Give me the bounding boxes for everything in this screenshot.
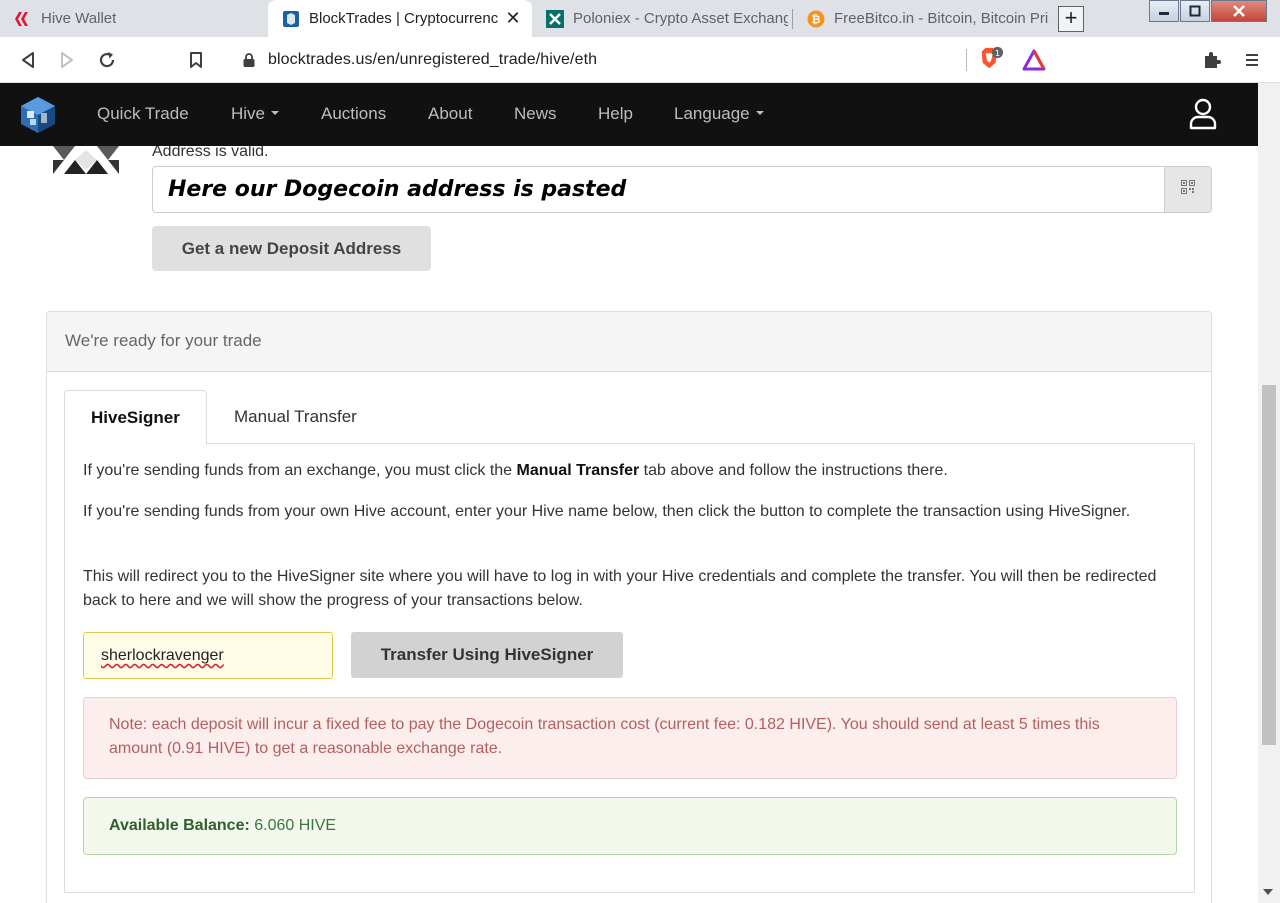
nav-label: News (514, 104, 557, 123)
tab-title: BlockTrades | Cryptocurrenc (309, 10, 499, 27)
svg-text:₿: ₿ (812, 13, 821, 26)
instruction-text: tab above and follow the instructions th… (639, 462, 948, 479)
page-content: Address is valid. Here our Dogecoin addr… (0, 146, 1258, 903)
browser-tab-hive-wallet[interactable]: Hive Wallet (0, 0, 268, 37)
minimize-window-button[interactable] (1149, 0, 1179, 22)
browser-toolbar: blocktrades.us/en/unregistered_trade/hiv… (0, 37, 1280, 83)
address-bar-separator (966, 49, 967, 71)
hive-account-name-input[interactable]: sherlockravenger (83, 632, 333, 679)
balance-value: 6.060 HIVE (254, 817, 337, 834)
address-bar[interactable]: blocktrades.us/en/unregistered_trade/hiv… (226, 42, 1056, 78)
brave-rewards-icon[interactable] (1021, 47, 1047, 73)
qr-code-icon (1181, 180, 1195, 199)
hivesigner-tab-body: If you're sending funds from an exchange… (64, 443, 1195, 893)
site-navbar: Quick Trade Hive Auctions About News Hel… (0, 83, 1258, 146)
scrollbar-thumb[interactable] (1262, 385, 1276, 745)
transfer-using-hivesigner-button[interactable]: Transfer Using HiveSigner (351, 632, 623, 678)
tab-hivesigner[interactable]: HiveSigner (64, 390, 207, 445)
available-balance-alert: Available Balance: 6.060 HIVE (83, 797, 1177, 855)
scroll-down-arrow-icon[interactable] (1263, 889, 1273, 895)
nav-quick-trade[interactable]: Quick Trade (97, 104, 189, 124)
nav-news[interactable]: News (514, 104, 557, 124)
nav-help[interactable]: Help (598, 104, 633, 124)
back-icon[interactable] (15, 47, 41, 73)
nav-label: Help (598, 104, 633, 123)
trade-panel: We're ready for your trade HiveSigner Ma… (46, 311, 1212, 903)
caret-down-icon (755, 110, 764, 115)
menu-icon[interactable] (1239, 47, 1265, 73)
browser-tab-poloniex[interactable]: Poloniex - Crypto Asset Exchang (532, 0, 792, 37)
browser-tab-strip: Hive Wallet BlockTrades | Cryptocurrenc … (0, 0, 1280, 37)
nav-auctions[interactable]: Auctions (321, 104, 386, 124)
close-tab-icon[interactable]: ✕ (504, 9, 522, 27)
user-account-icon[interactable] (1188, 98, 1218, 130)
nav-label: Auctions (321, 104, 387, 123)
instruction-text: If you're sending funds from an exchange… (83, 462, 517, 479)
browser-tab-freebitcoin[interactable]: ₿ FreeBitco.in - Bitcoin, Bitcoin Pric (793, 0, 1049, 37)
own-account-instructions-text: If you're sending funds from your own Hi… (83, 503, 1131, 520)
nav-label: Hive (231, 104, 266, 123)
nav-about[interactable]: About (428, 104, 472, 124)
exchange-instructions-text: If you're sending funds from an exchange… (83, 459, 1183, 483)
poloniex-icon (546, 9, 564, 28)
address-identicon (53, 146, 119, 174)
manual-transfer-emphasis: Manual Transfer (516, 462, 640, 479)
url-text[interactable]: blocktrades.us/en/unregistered_trade/hiv… (268, 51, 597, 69)
nav-label: About (428, 104, 473, 123)
reload-icon[interactable] (94, 47, 120, 73)
page-scrollbar[interactable] (1258, 83, 1280, 903)
bitcoin-icon: ₿ (807, 10, 825, 28)
bookmark-icon[interactable] (183, 47, 209, 73)
redirect-instructions-text: This will redirect you to the HiveSigner… (83, 568, 1157, 609)
address-valid-status: Address is valid. (152, 146, 269, 160)
transfer-method-tabs: HiveSigner Manual Transfer (64, 390, 1195, 445)
nav-label: Language (674, 104, 750, 123)
nav-label: Quick Trade (97, 104, 189, 123)
receive-address-input[interactable]: Here our Dogecoin address is pasted (153, 167, 1164, 212)
fee-note-alert: Note: each deposit will incur a fixed fe… (83, 697, 1177, 779)
nav-language-dropdown[interactable]: Language (674, 104, 764, 124)
hive-icon (14, 10, 32, 28)
new-tab-button[interactable]: + (1058, 6, 1084, 32)
brave-shields-icon[interactable]: 1 (978, 46, 1004, 72)
tab-title: FreeBitco.in - Bitcoin, Bitcoin Pric (834, 10, 1049, 27)
balance-label: Available Balance: (109, 817, 250, 834)
extensions-icon[interactable] (1199, 47, 1225, 73)
browser-tab-blocktrades[interactable]: BlockTrades | Cryptocurrenc ✕ (268, 0, 532, 37)
caret-down-icon (271, 110, 280, 115)
receive-address-group: Here our Dogecoin address is pasted (152, 166, 1212, 213)
qr-code-button[interactable] (1164, 167, 1211, 212)
get-new-deposit-address-button[interactable]: Get a new Deposit Address (152, 226, 431, 271)
forward-icon[interactable] (54, 47, 80, 73)
close-window-button[interactable] (1211, 0, 1267, 22)
tab-manual-transfer[interactable]: Manual Transfer (208, 390, 383, 444)
lock-icon[interactable] (240, 51, 258, 69)
blocktrades-icon (282, 10, 300, 28)
nav-hive-dropdown[interactable]: Hive (231, 104, 280, 124)
maximize-window-button[interactable] (1180, 0, 1210, 22)
blocktrades-logo-icon[interactable] (18, 95, 58, 135)
brave-badge-count: 1 (995, 48, 1000, 58)
tab-title: Hive Wallet (41, 10, 117, 27)
hive-account-name-value: sherlockravenger (101, 647, 224, 664)
tab-title: Poloniex - Crypto Asset Exchang (573, 10, 788, 27)
trade-panel-heading: We're ready for your trade (47, 312, 1211, 372)
